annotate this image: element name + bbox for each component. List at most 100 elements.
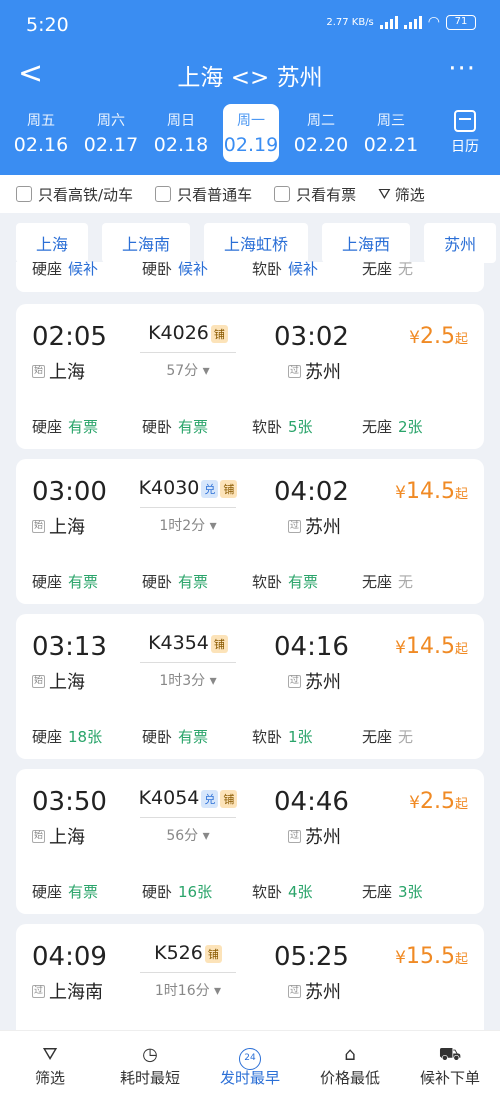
- date-value: 02.17: [83, 134, 139, 156]
- more-icon[interactable]: ···: [448, 54, 476, 84]
- seat-row: 硬座 有票 硬卧 16张 软卧 4张 无座 3张: [32, 881, 472, 902]
- seat-label: 无座: [362, 573, 393, 591]
- seat-label: 硬座: [32, 418, 63, 436]
- tab-tag[interactable]: ⌂ 价格最低: [300, 1031, 400, 1111]
- seat-label: 软卧: [252, 728, 283, 746]
- seat-label: 硬座: [32, 728, 63, 746]
- battery-icon: 71: [446, 14, 476, 30]
- price-value: 14.5: [406, 479, 455, 504]
- filter-button[interactable]: ⛛ 筛选: [378, 184, 425, 205]
- date-tabs: 周五 02.16 周六 02.17 周日 02.18 周一 02.19 周二 02.20 周三 02.…: [6, 104, 426, 162]
- nav-bar: < 上海 <> 苏州 ···: [0, 50, 500, 96]
- date-tab[interactable]: 周五 02.16: [6, 104, 76, 162]
- seat-value: 有票: [68, 573, 99, 591]
- seat-value: 4张: [288, 883, 313, 901]
- train-card[interactable]: 02:05 03:02 K4026 铺 57分 ▾ 始上海过苏州 ¥2.5起 硬座 有票 硬卧 有票…: [16, 304, 484, 449]
- calendar-button[interactable]: 日历: [440, 110, 490, 156]
- price-value: 2.5: [419, 324, 455, 349]
- available-only-checkbox[interactable]: 只看有票: [274, 184, 356, 205]
- to-station: 过苏州: [288, 513, 341, 539]
- station-chip[interactable]: 上海南: [102, 223, 191, 263]
- train-badge: 铺: [204, 944, 222, 963]
- filter-bar: 只看高铁/动车 只看普通车 只看有票 ⛛ 筛选: [0, 175, 500, 213]
- seat-label: 软卧: [252, 260, 283, 278]
- date-tab[interactable]: 周三 02.21: [356, 104, 426, 162]
- price-suffix: 起: [454, 642, 468, 657]
- tab-filter[interactable]: ⛛ 筛选: [0, 1031, 100, 1111]
- tab-24h[interactable]: 24 发时最早: [200, 1031, 300, 1111]
- train-line: [140, 352, 236, 353]
- departure-time: 03:50: [32, 787, 107, 817]
- train-badge: 兑: [201, 479, 219, 498]
- price-suffix: 起: [454, 487, 468, 502]
- seat-info: 无座无: [362, 258, 472, 279]
- filter-icon: ⛛: [42, 1044, 58, 1065]
- seat-label: 硬卧: [142, 883, 173, 901]
- date-value: 02.20: [293, 134, 349, 156]
- seat-info: 硬座 有票: [32, 416, 142, 437]
- date-value: 02.19: [223, 134, 279, 156]
- departure-time: 03:00: [32, 477, 107, 507]
- seat-value: 5张: [288, 418, 313, 436]
- seat-row: 硬座 有票 硬卧 有票 软卧 有票 无座无: [32, 571, 472, 592]
- tab-cart[interactable]: ⛟ 候补下单: [400, 1031, 500, 1111]
- seat-label: 硬卧: [142, 260, 173, 278]
- normal-only-checkbox[interactable]: 只看普通车: [155, 184, 252, 205]
- to-station: 过苏州: [288, 823, 341, 849]
- to-station: 过苏州: [288, 358, 341, 384]
- seat-label: 软卧: [252, 573, 283, 591]
- train-line: [140, 507, 236, 508]
- clock-icon: ◷: [142, 1044, 158, 1065]
- departure-time: 04:09: [32, 942, 107, 972]
- signal-2-icon: [403, 15, 422, 29]
- seat-info: 硬卧 有票: [142, 571, 252, 592]
- from-tag: 始: [32, 519, 45, 533]
- date-tab[interactable]: 周六 02.17: [76, 104, 146, 162]
- tab-label: 耗时最短: [119, 1069, 180, 1087]
- seat-label: 硬卧: [142, 573, 173, 591]
- to-tag: 过: [288, 364, 301, 378]
- hs-only-checkbox[interactable]: 只看高铁/动车: [16, 184, 133, 205]
- date-tab[interactable]: 周二 02.20: [286, 104, 356, 162]
- to-station: 过苏州: [288, 668, 341, 694]
- train-number: K4354 铺: [128, 632, 248, 663]
- date-weekday: 周日: [167, 113, 195, 129]
- price-suffix: 起: [454, 797, 468, 812]
- train-number: K4030 兑铺: [128, 477, 248, 508]
- price-symbol: ¥: [395, 948, 406, 968]
- duration: 56分 ▾: [166, 828, 210, 844]
- to-name: 苏州: [305, 362, 341, 383]
- arrival-time: 03:02: [274, 322, 349, 352]
- station-chip[interactable]: 上海虹桥: [204, 223, 309, 263]
- train-no: K4030: [138, 477, 200, 499]
- station-chip[interactable]: 上海: [16, 223, 89, 263]
- price: ¥2.5起: [409, 324, 468, 349]
- duration: 57分 ▾: [166, 363, 210, 379]
- train-card[interactable]: 04:09 05:25 K526 铺 1时16分 ▾ 过上海南过苏州 ¥15.5起: [16, 924, 484, 1044]
- wifi-icon: ◠: [427, 14, 440, 30]
- tab-clock[interactable]: ◷ 耗时最短: [100, 1031, 200, 1111]
- price-suffix: 起: [454, 332, 468, 347]
- seat-value: 候补: [178, 260, 209, 278]
- to-station: 过苏州: [288, 978, 341, 1004]
- train-badge: 铺: [210, 634, 228, 653]
- tab-label: 发时最早: [219, 1069, 280, 1087]
- station-chip[interactable]: 苏州: [424, 223, 497, 263]
- seat-label: 硬卧: [142, 418, 173, 436]
- station-chip[interactable]: 上海西: [322, 223, 411, 263]
- price-symbol: ¥: [409, 793, 420, 813]
- seat-info: 硬卧 候补: [142, 258, 252, 279]
- train-card[interactable]: 03:50 04:46 K4054 兑铺 56分 ▾ 始上海过苏州 ¥2.5起 硬座 有票 硬卧 1…: [16, 769, 484, 914]
- seat-info: 硬座 有票: [32, 571, 142, 592]
- date-value: 02.16: [13, 134, 69, 156]
- seat-value: 有票: [178, 728, 209, 746]
- date-tab[interactable]: 周一 02.19: [223, 104, 279, 162]
- date-tab[interactable]: 周日 02.18: [146, 104, 216, 162]
- train-badge: 铺: [220, 479, 238, 498]
- seat-value: 无: [398, 260, 414, 278]
- to-tag: 过: [288, 829, 301, 843]
- train-card[interactable]: 03:00 04:02 K4030 兑铺 1时2分 ▾ 始上海过苏州 ¥14.5起 硬座 有票硬…: [16, 459, 484, 604]
- from-name: 上海: [49, 672, 85, 693]
- price: ¥15.5起: [395, 944, 468, 969]
- train-card[interactable]: 03:13 04:16 K4354 铺 1时3分 ▾ 始上海过苏州 ¥14.5起 硬座 18张硬…: [16, 614, 484, 759]
